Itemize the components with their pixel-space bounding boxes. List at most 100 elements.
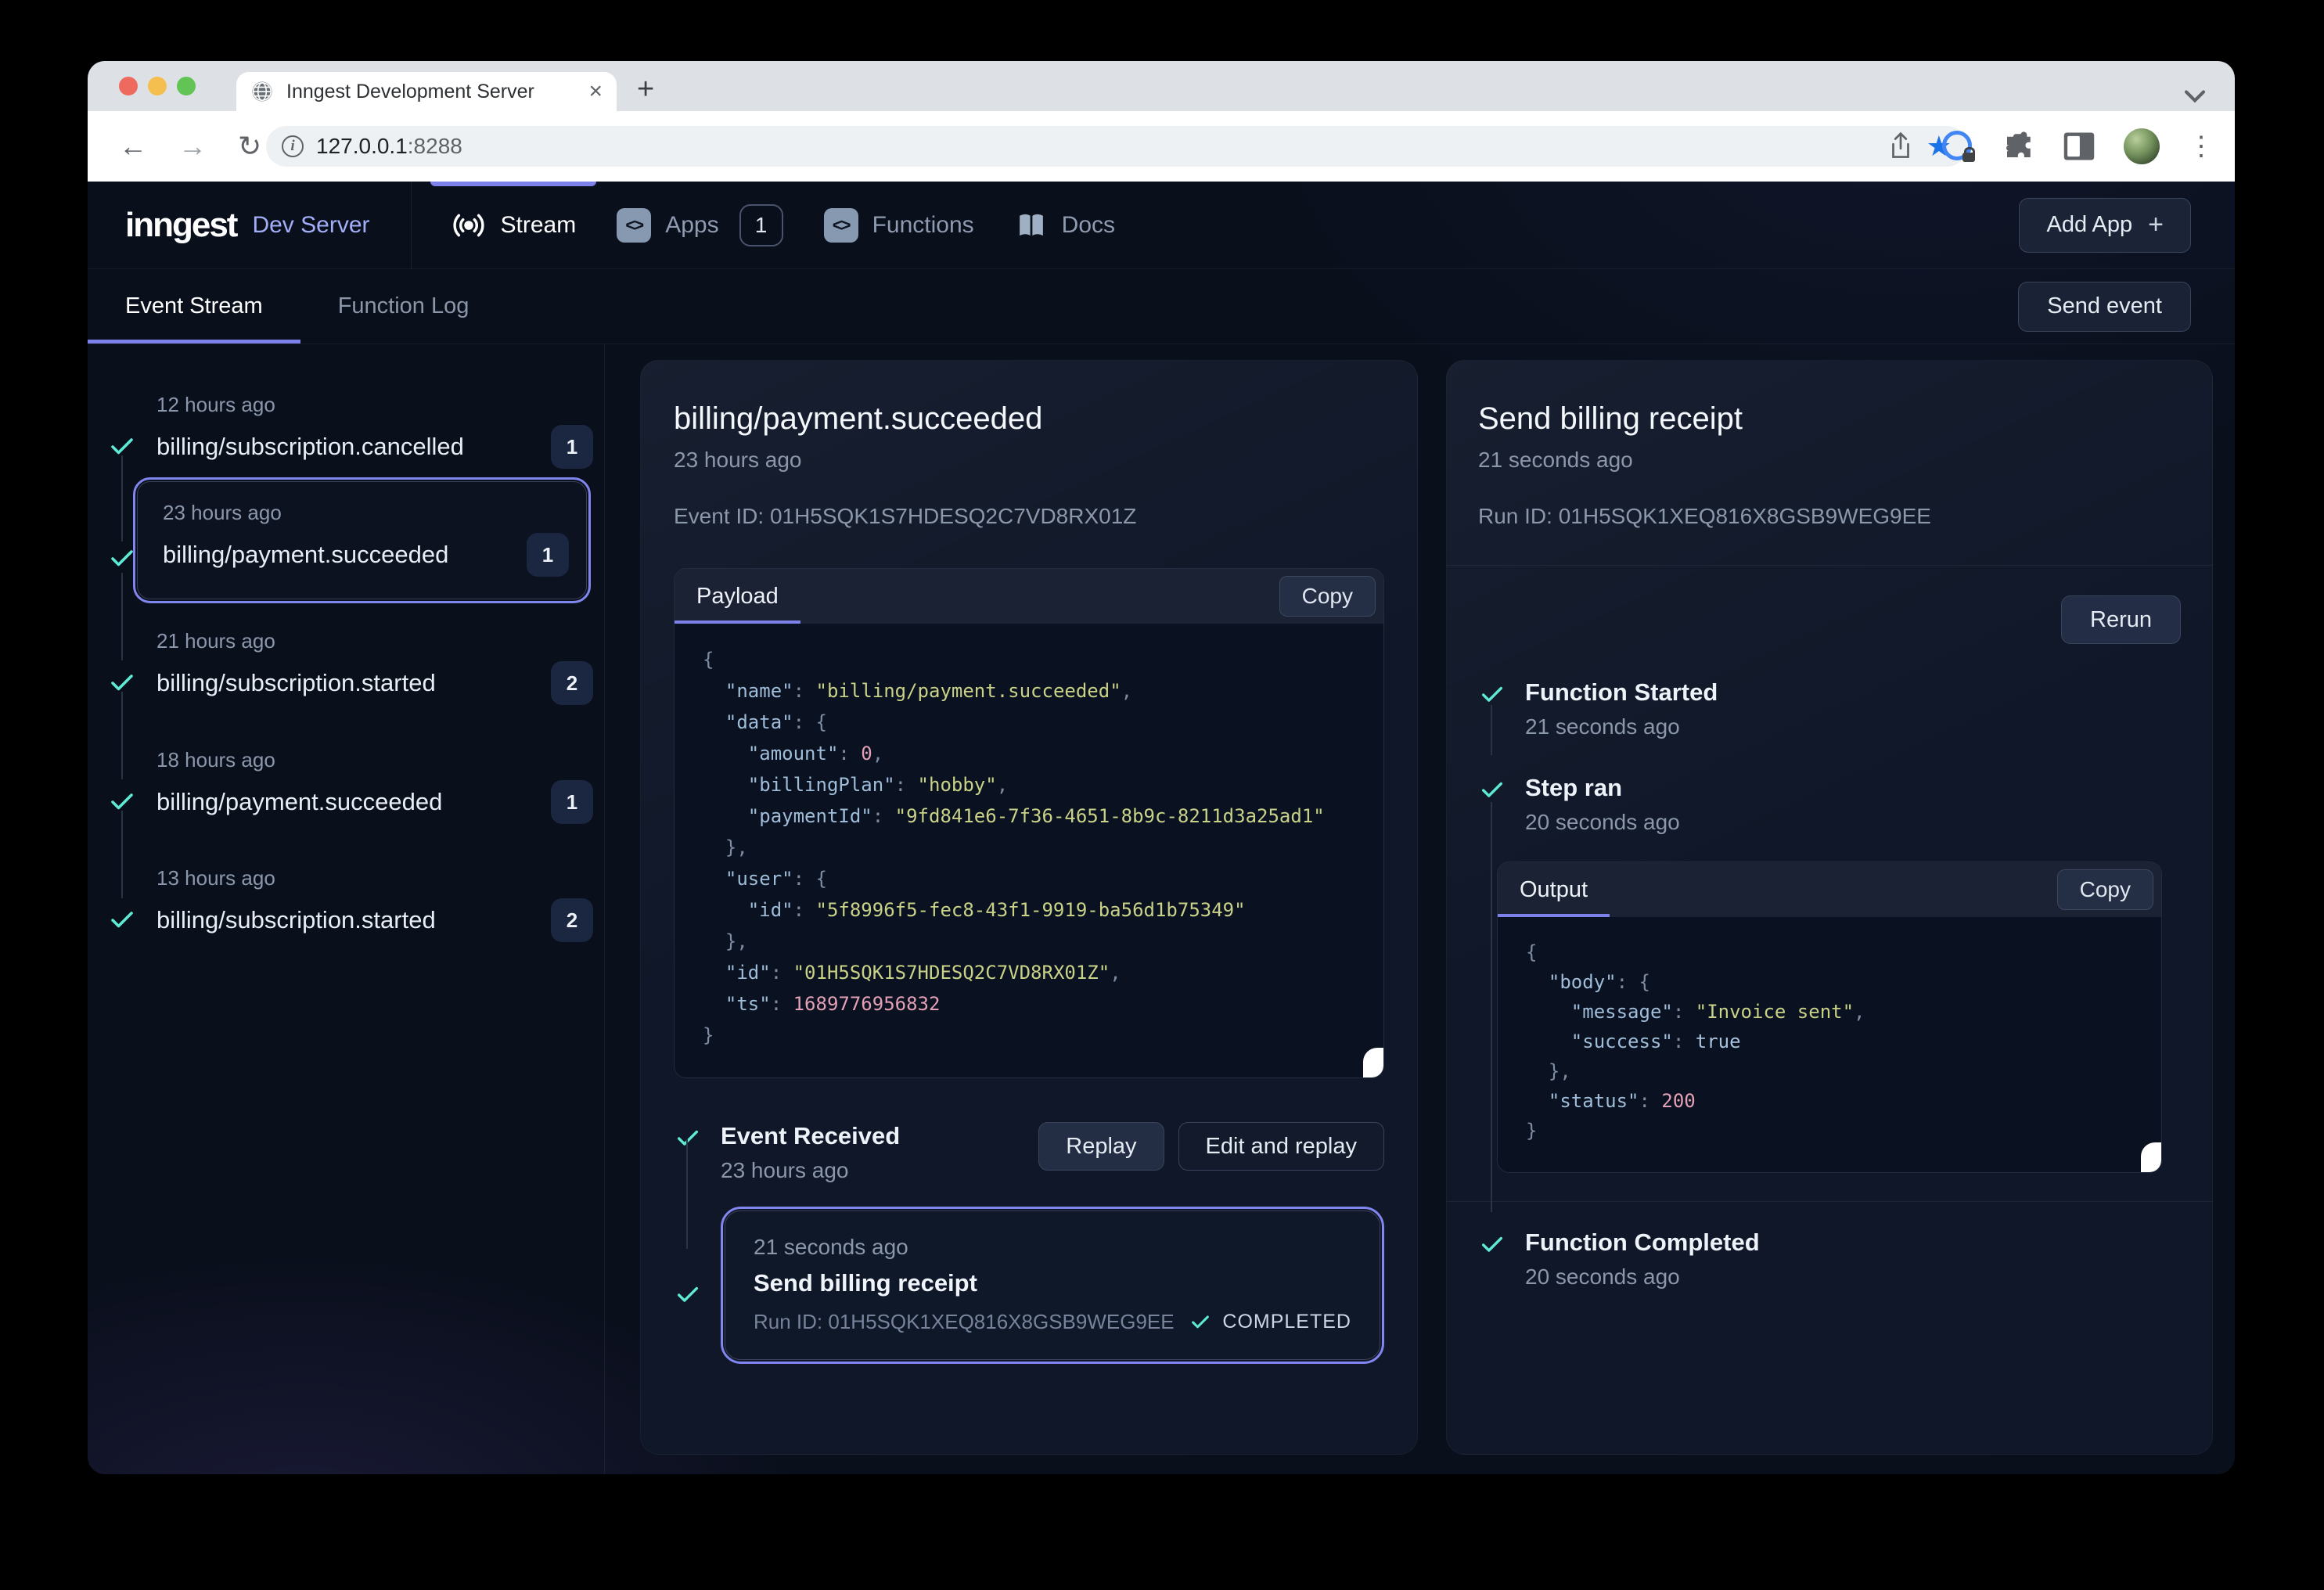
- tab-close-icon[interactable]: ×: [588, 80, 603, 103]
- check-icon: [1478, 1232, 1506, 1258]
- forward-icon[interactable]: →: [178, 130, 207, 163]
- timeline-connector: [1491, 705, 1492, 755]
- copy-payload-button[interactable]: Copy: [1279, 576, 1376, 617]
- rerun-button[interactable]: Rerun: [2061, 595, 2181, 644]
- nav-item-apps[interactable]: <> Apps 1: [596, 182, 803, 268]
- check-icon: [108, 669, 136, 697]
- inngest-app: inngest Dev Server Stream <>: [88, 182, 2235, 1474]
- back-icon[interactable]: ←: [119, 130, 147, 163]
- content-area: 12 hours ago billing/subscription.cancel…: [88, 344, 2235, 1474]
- event-count-badge: 1: [527, 533, 569, 577]
- nav-item-docs[interactable]: Docs: [995, 182, 1135, 268]
- event-count-badge: 2: [551, 898, 593, 942]
- replay-button[interactable]: Replay: [1038, 1122, 1164, 1171]
- event-detail-panel: billing/payment.succeeded 23 hours ago E…: [640, 360, 1418, 1455]
- password-manager-icon[interactable]: [1942, 131, 1973, 162]
- output-code[interactable]: { "body": { "message": "Invoice sent", "…: [1498, 917, 2161, 1172]
- logo: inngest Dev Server: [88, 182, 411, 268]
- dev-server-label: Dev Server: [252, 212, 369, 239]
- add-app-button[interactable]: Add App+: [2019, 198, 2191, 253]
- side-panel-icon[interactable]: [2063, 131, 2096, 162]
- send-event-button[interactable]: Send event: [2018, 282, 2191, 332]
- tab-search-chevron-icon[interactable]: [2182, 88, 2208, 105]
- output-card-header: Output Copy: [1498, 862, 2161, 917]
- list-item[interactable]: 21 hours ago billing/subscription.starte…: [88, 629, 593, 705]
- maximize-window-button[interactable]: [177, 77, 196, 95]
- copy-output-button[interactable]: Copy: [2057, 869, 2153, 910]
- extensions-puzzle-icon[interactable]: [2002, 130, 2034, 163]
- run-card-selected[interactable]: 21 seconds ago Send billing receipt Run …: [721, 1207, 1384, 1364]
- nav-item-label: Docs: [1062, 212, 1115, 239]
- nav-item-functions[interactable]: <> Functions: [804, 182, 995, 268]
- check-icon: [1189, 1311, 1211, 1333]
- event-count-badge: 2: [551, 661, 593, 705]
- new-tab-button[interactable]: +: [637, 73, 654, 106]
- run-row: 21 seconds ago Send billing receipt Run …: [674, 1207, 1384, 1364]
- browser-tab[interactable]: Inngest Development Server ×: [236, 72, 617, 111]
- event-count-badge: 1: [551, 780, 593, 824]
- tab-output[interactable]: Output: [1498, 862, 1610, 917]
- timeline-step-label: Step ran: [1525, 774, 1680, 802]
- run-time: 21 seconds ago: [754, 1235, 1351, 1260]
- reload-icon[interactable]: ↻: [238, 130, 261, 163]
- timeline-connector: [686, 1139, 688, 1249]
- share-icon[interactable]: [1887, 131, 1914, 161]
- status-badge: COMPLETED: [1189, 1311, 1351, 1333]
- check-icon: [674, 1125, 702, 1152]
- divider: [1447, 1201, 2212, 1202]
- nav-item-label: Apps: [665, 212, 718, 239]
- timeline-step-time: 20 seconds ago: [1525, 1264, 1760, 1290]
- check-icon: [1478, 777, 1506, 804]
- payload-card-header: Payload Copy: [675, 569, 1383, 624]
- page-tabs-row: Event Stream Function Log Send event: [88, 269, 2235, 344]
- minimize-window-button[interactable]: [148, 77, 167, 95]
- app-navbar: inngest Dev Server Stream <>: [88, 182, 2235, 269]
- edit-and-replay-button[interactable]: Edit and replay: [1178, 1122, 1384, 1171]
- event-received-time: 23 hours ago: [721, 1158, 900, 1183]
- url-text: 127.0.0.1:8288: [316, 134, 462, 159]
- list-item[interactable]: 13 hours ago billing/subscription.starte…: [88, 866, 593, 942]
- docs-book-icon: [1015, 209, 1048, 242]
- tab-event-stream[interactable]: Event Stream: [88, 269, 300, 344]
- nav-item-stream[interactable]: Stream: [430, 182, 597, 268]
- list-item-selected[interactable]: 23 hours ago billing/payment.succeeded 1: [133, 477, 591, 603]
- check-icon: [108, 545, 136, 573]
- timeline-step-time: 20 seconds ago: [1525, 810, 1680, 835]
- close-window-button[interactable]: [119, 77, 138, 95]
- nav-item-label: Stream: [501, 212, 577, 239]
- nav-items: Stream <> Apps 1 <> Functions Docs: [430, 182, 1136, 268]
- site-info-icon[interactable]: i: [282, 135, 304, 157]
- run-detail-title: Send billing receipt: [1478, 401, 2181, 437]
- event-time: 18 hours ago: [156, 748, 593, 772]
- apps-count-badge: 1: [739, 204, 783, 246]
- code-fold-corner[interactable]: [2141, 1142, 2161, 1172]
- apps-code-icon: <>: [617, 208, 651, 243]
- timeline-step: Step ran 20 seconds ago: [1478, 774, 2181, 835]
- divider: [1447, 565, 2212, 566]
- output-card: Output Copy { "body": { "message": "Invo…: [1497, 862, 2162, 1173]
- inngest-logo: inngest: [125, 206, 236, 245]
- code-fold-corner[interactable]: [1363, 1048, 1383, 1077]
- timeline-step-label: Function Completed: [1525, 1228, 1760, 1257]
- browser-menu-icon[interactable]: ⋮: [2188, 131, 2214, 162]
- run-id: Run ID: 01H5SQK1XEQ816X8GSB9WEG9EE: [754, 1310, 1175, 1334]
- run-detail-panel: Send billing receipt 21 seconds ago Run …: [1446, 360, 2213, 1455]
- event-detail-title: billing/payment.succeeded: [674, 401, 1384, 437]
- tab-payload[interactable]: Payload: [675, 569, 800, 624]
- tab-title: Inngest Development Server: [286, 81, 576, 103]
- payload-code[interactable]: { "name": "billing/payment.succeeded", "…: [675, 624, 1383, 1077]
- list-item[interactable]: 12 hours ago billing/subscription.cancel…: [88, 393, 593, 469]
- functions-code-icon: <>: [824, 208, 858, 243]
- browser-toolbar: ← → ↻ i 127.0.0.1:8288 ★: [88, 111, 2235, 182]
- nav-item-label: Functions: [872, 212, 974, 239]
- list-item[interactable]: 18 hours ago billing/payment.succeeded 1: [88, 748, 593, 824]
- timeline-step-time: 21 seconds ago: [1525, 714, 1718, 739]
- payload-card: Payload Copy { "name": "billing/payment.…: [674, 568, 1384, 1078]
- profile-avatar[interactable]: [2124, 128, 2160, 164]
- check-icon: [1478, 682, 1506, 708]
- nav-divider: [411, 182, 412, 269]
- address-bar[interactable]: i 127.0.0.1:8288 ★: [266, 126, 1967, 167]
- event-time: 21 hours ago: [156, 629, 593, 653]
- event-name: billing/payment.succeeded: [156, 788, 442, 816]
- tab-function-log[interactable]: Function Log: [300, 269, 507, 344]
